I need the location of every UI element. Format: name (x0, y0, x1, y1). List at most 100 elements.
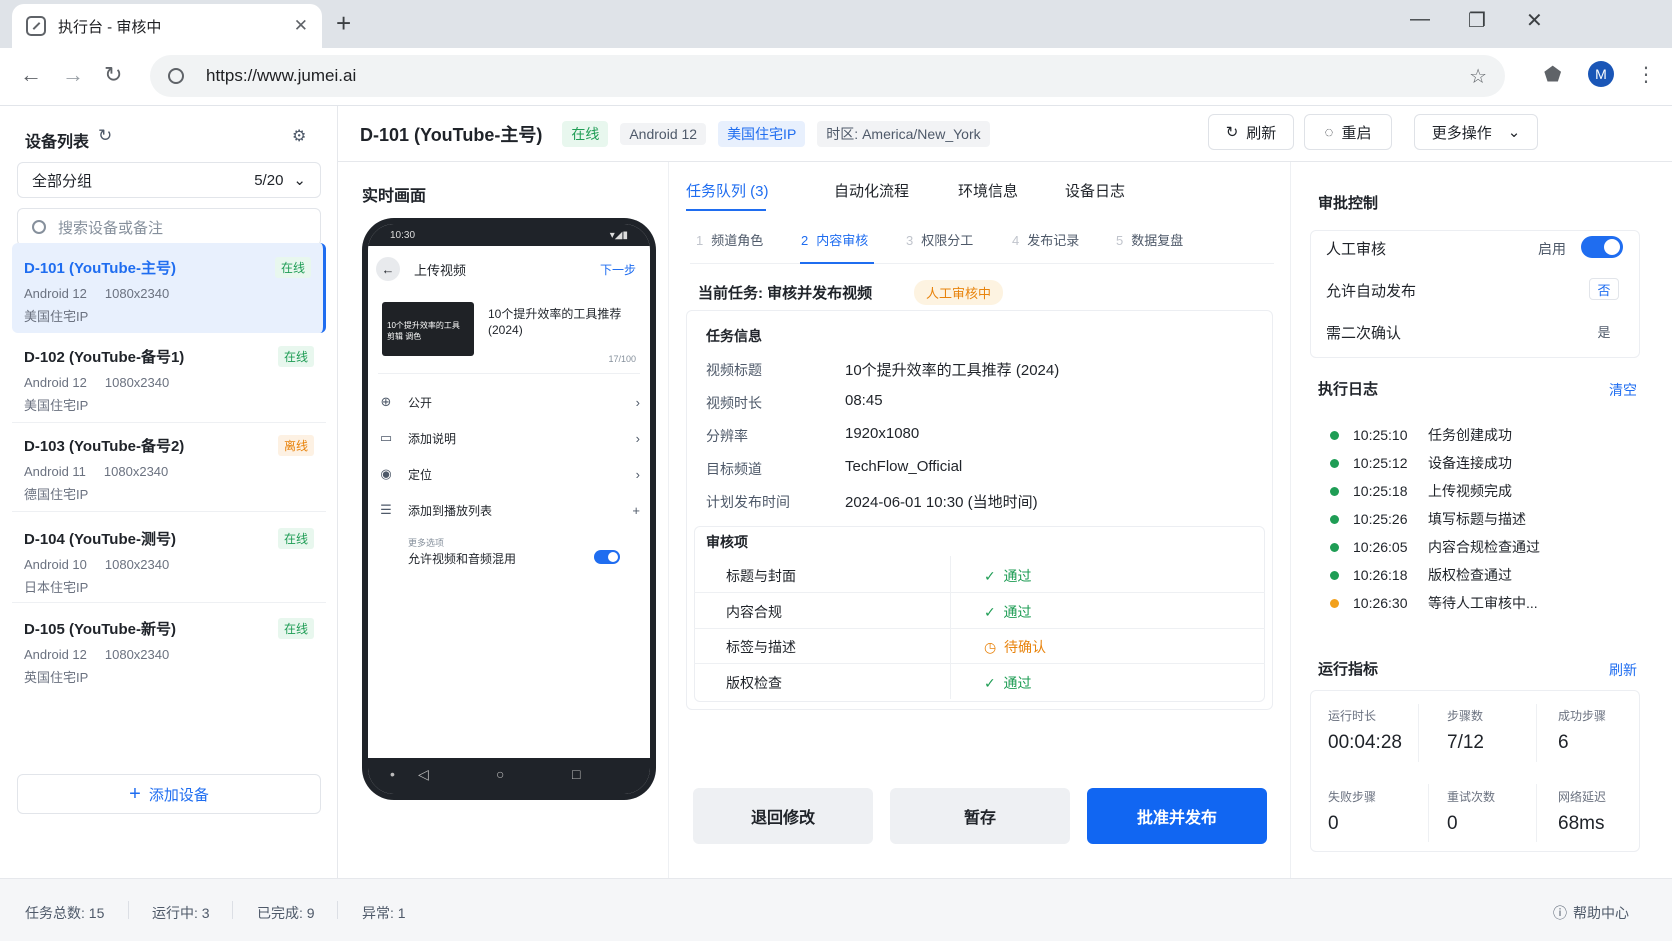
nav-home-icon[interactable]: ○ (496, 766, 504, 782)
description-row[interactable]: ▭ 添加说明 › (378, 420, 640, 456)
help-center-link[interactable]: ⓘ 帮助中心 (1553, 903, 1629, 923)
auto-publish-select[interactable]: 否 (1589, 278, 1619, 300)
search-placeholder: 搜索设备或备注 (58, 219, 164, 237)
next-button[interactable]: 下一步 (600, 261, 636, 278)
url-text[interactable]: https://www.jumei.ai (206, 66, 356, 86)
log-entry: 10:26:30 等待人工审核中... (1330, 593, 1538, 613)
more-options-label: 更多选项 (408, 538, 445, 548)
close-icon[interactable]: ✕ (294, 16, 308, 36)
mix-audio-toggle[interactable] (594, 550, 620, 564)
forward-icon[interactable]: → (62, 62, 84, 88)
second-confirm-label: 需二次确认 (1326, 325, 1402, 342)
device-ip: 美国住宅IP (24, 309, 89, 324)
divider (1418, 704, 1419, 762)
close-window-icon[interactable]: ✕ (1526, 8, 1543, 33)
add-device-button[interactable]: + 添加设备 (17, 774, 321, 814)
chevron-right-icon: › (635, 394, 640, 410)
tab-environment[interactable]: 环境信息 (958, 180, 1018, 201)
return-button[interactable]: 退回修改 (693, 788, 873, 844)
manual-review-value: 启用 (1538, 241, 1566, 257)
device-ip: 日本住宅IP (24, 580, 89, 595)
device-item[interactable]: D-101 (YouTube-主号) Android 12 1080x2340 美… (12, 243, 326, 333)
clock-icon: ◷ (984, 639, 997, 655)
tab-title: 执行台 - 审核中 (58, 18, 162, 36)
device-sidebar: 设备列表 ↻ ⚙ 全部分组 5/20 ⌄ 搜索设备或备注 D-101 (YouT… (0, 106, 338, 878)
log-entry: 10:25:18 上传视频完成 (1330, 481, 1512, 501)
approve-publish-button[interactable]: 批准并发布 (1087, 788, 1267, 844)
search-input[interactable]: 搜索设备或备注 (17, 208, 321, 246)
step-data-review[interactable]: 5 数据复盘 (1116, 230, 1183, 249)
more-actions-dropdown[interactable]: 更多操作 ⌄ (1414, 114, 1538, 150)
phone-screen[interactable]: 10:30 ▾◢▮ ← 上传视频 下一步 10个提升效率的工具 剪辑 调色 10… (368, 224, 650, 794)
restart-button[interactable]: ◌ 重启 (1304, 114, 1392, 150)
device-res: 1080x2340 (104, 375, 170, 390)
location-row[interactable]: ◉ 定位 › (378, 456, 640, 492)
reload-icon[interactable]: ↻ (104, 62, 122, 88)
back-icon[interactable]: ← (20, 62, 42, 88)
device-res: 1080x2340 (104, 647, 170, 662)
avatar[interactable]: M (1588, 61, 1614, 87)
back-icon[interactable]: ← (376, 257, 400, 281)
device-item[interactable]: D-103 (YouTube-备号2) Android 11 1080x2340 … (12, 421, 326, 511)
char-count: 17/100 (608, 354, 636, 364)
extensions-icon[interactable]: ⬟ (1544, 62, 1561, 87)
video-card: 10个提升效率的工具 剪辑 调色 10个提升效率的工具推荐 (2024) 17/… (378, 298, 640, 374)
device-item[interactable]: D-102 (YouTube-备号1) Android 12 1080x2340 … (12, 332, 326, 422)
browser-tab[interactable]: 执行台 - 审核中 ✕ (12, 4, 322, 48)
minimize-icon[interactable]: — (1410, 8, 1430, 31)
restore-icon[interactable]: ❐ (1468, 8, 1486, 33)
step-channel-role[interactable]: 1 频道角色 (696, 230, 763, 249)
success-dot (1330, 542, 1339, 552)
phone-mirror[interactable]: 10:30 ▾◢▮ ← 上传视频 下一步 10个提升效率的工具 剪辑 调色 10… (362, 218, 656, 800)
review-status[interactable]: ◷ 待确认 (984, 637, 1046, 657)
tab-device-log[interactable]: 设备日志 (1065, 180, 1125, 201)
check-icon: ✓ (984, 675, 996, 691)
status-footer: 任务总数: 15 运行中: 3 已完成: 9 异常: 1 ⓘ 帮助中心 (0, 878, 1672, 941)
nav-recents-icon[interactable]: □ (572, 766, 580, 782)
playlist-row[interactable]: ☰ 添加到播放列表 + (378, 492, 640, 528)
tab-automation[interactable]: 自动化流程 (834, 180, 909, 201)
device-item[interactable]: D-105 (YouTube-新号) Android 12 1080x2340 英… (12, 604, 326, 694)
refresh-icon[interactable]: ↻ (98, 126, 112, 146)
bookmark-star-icon[interactable]: ☆ (1469, 64, 1487, 89)
step-permissions[interactable]: 3 权限分工 (906, 230, 973, 249)
menu-kebab-icon[interactable]: ⋮ (1636, 62, 1656, 87)
tab-task-queue[interactable]: 任务队列 (3) (686, 180, 769, 201)
nav-back-icon[interactable]: ◁ (418, 766, 429, 783)
new-tab-icon[interactable]: + (336, 8, 351, 39)
visibility-row[interactable]: ⊕ 公开 › (378, 384, 640, 420)
group-select[interactable]: 全部分组 5/20 ⌄ (17, 162, 321, 198)
device-res: 1080x2340 (104, 557, 170, 572)
nav-dot-icon[interactable]: • (390, 766, 395, 782)
group-label: 全部分组 (32, 172, 93, 190)
review-status: ✓ 通过 (984, 568, 1032, 584)
current-task-title: 当前任务: 审核并发布视频 (698, 285, 873, 302)
group-count: 5/20 (254, 171, 284, 189)
task-state-badge: 人工审核中 (914, 280, 1004, 305)
refresh-metrics-link[interactable]: 刷新 (1609, 660, 1637, 680)
approval-title: 审批控制 (1318, 195, 1379, 212)
device-item[interactable]: D-104 (YouTube-测号) Android 10 1080x2340 日… (12, 514, 326, 604)
browser-chrome: 执行台 - 审核中 ✕ + — ❐ ✕ ← → ↻ https://www.ju… (0, 0, 1672, 106)
step-bar (690, 224, 1274, 264)
second-confirm-select[interactable]: 是 (1589, 320, 1619, 342)
manual-review-toggle[interactable] (1581, 236, 1623, 258)
step-content-review[interactable]: 2 内容审核 (801, 230, 868, 249)
site-info-icon[interactable] (168, 68, 184, 84)
address-bar[interactable]: https://www.jumei.ai ☆ (150, 55, 1505, 97)
save-draft-button[interactable]: 暂存 (890, 788, 1070, 844)
divider (950, 592, 951, 628)
review-status: ✓ 通过 (984, 604, 1032, 620)
phone-time: 10:30 (390, 230, 416, 241)
upload-header: ← 上传视频 下一步 (368, 246, 650, 292)
refresh-button[interactable]: ↻ 刷新 (1208, 114, 1294, 150)
divider (668, 162, 669, 878)
video-title[interactable]: 10个提升效率的工具推荐 (2024) (488, 306, 638, 338)
device-ip: 英国住宅IP (24, 670, 89, 685)
filter-settings-icon[interactable]: ⚙ (292, 126, 306, 146)
row-label: 定位 (408, 467, 433, 482)
step-publish-records[interactable]: 4 发布记录 (1012, 230, 1079, 249)
status-badge: 在线 (277, 528, 314, 549)
review-row: 版权检查 ✓ 通过 (694, 663, 1265, 700)
device-res: 1080x2340 (104, 286, 170, 301)
